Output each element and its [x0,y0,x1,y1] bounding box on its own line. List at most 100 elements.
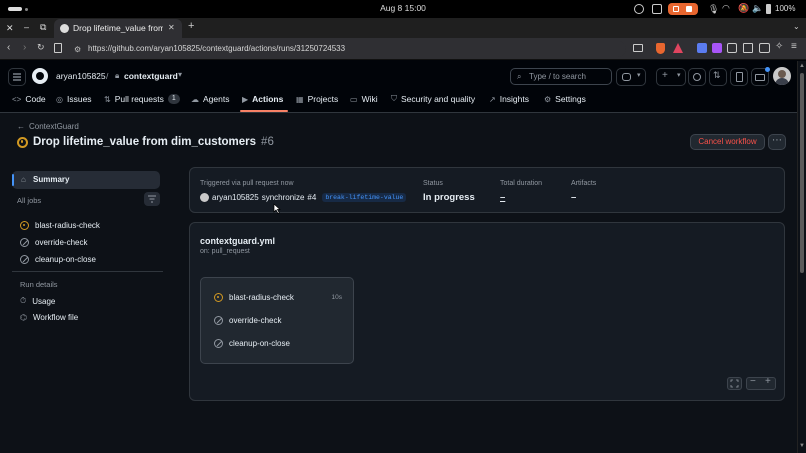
graph-job-blast-radius-check[interactable]: blast-radius-check 10s [214,293,342,302]
scroll-up-icon[interactable]: ▲ [799,63,805,69]
status-value: In progress [423,192,475,203]
sidebar-item-usage[interactable]: ⏱︎ Usage [20,296,55,306]
plus-icon: + [662,70,668,81]
sidebar-toggle-icon[interactable] [743,43,753,53]
extension-blue-icon[interactable] [697,43,707,53]
tab-wiki[interactable]: ▭ Wiki [350,94,378,104]
more-options-button[interactable]: ⋯ [768,134,786,150]
user-avatar[interactable] [773,67,791,85]
tab-insights[interactable]: ↗ Insights [489,94,529,104]
extension-purple-icon[interactable] [712,43,722,53]
in-progress-icon [17,136,28,148]
tab-pin-icon[interactable]: ⧉ [40,22,46,33]
mic-icon[interactable]: 🎙 [708,4,719,15]
workflow-trigger: on: pull_request [200,248,250,255]
browser-tab[interactable]: Drop lifetime_value from dim_customers #… [54,19,182,38]
graph-job-cleanup-on-close[interactable]: cleanup-on-close [214,339,290,348]
create-new-button[interactable]: + ▾ [656,68,686,86]
github-logo-icon[interactable] [32,68,48,84]
duration-value[interactable]: – [500,192,505,203]
wallet-icon[interactable] [759,43,770,53]
repo-name-link[interactable]: contextguard [124,71,178,81]
tab-security[interactable]: ⛉ Security and quality [391,94,475,104]
page-scrollbar[interactable]: ▲ ▼ [797,61,806,453]
reload-icon[interactable]: ↻ [37,42,45,53]
browser-menu-icon[interactable]: ≡ [791,41,797,52]
new-tab-icon[interactable]: + [188,20,194,32]
site-info-icon[interactable]: ⚙ [74,45,81,54]
tab-agents[interactable]: ☁ Agents [191,94,229,104]
scrollbar-thumb[interactable] [800,73,804,273]
tab-pull-requests[interactable]: ⇅ Pull requests 1 [104,94,180,104]
zoom-out-button[interactable]: − [750,376,756,387]
close-tab-icon[interactable]: ✕ [168,23,175,32]
repositories-button[interactable] [730,68,748,86]
issues-button[interactable] [688,68,706,86]
wifi-icon[interactable]: ◠ [722,3,730,14]
cancel-workflow-button[interactable]: Cancel workflow [690,134,765,150]
fullscreen-button[interactable] [727,377,742,390]
status-label: Status [423,180,443,187]
back-icon[interactable]: ‹ [7,42,10,53]
sidebar-job-blast-radius-check[interactable]: blast-radius-check [20,221,100,230]
workflow-file-name[interactable]: contextguard.yml [200,236,275,246]
cast-icon[interactable] [633,44,643,52]
graph-job-override-check[interactable]: override-check [214,316,281,325]
search-input[interactable]: ⌕ Type / to search [510,68,612,85]
sidebar-job-override-check[interactable]: override-check [20,238,87,247]
battery-icon[interactable] [766,4,771,14]
brave-shield-icon[interactable] [656,43,665,54]
url-text[interactable]: https://github.com/aryan105825/contextgu… [88,44,345,53]
sidebar-item-workflow-file[interactable]: ⌬ Workflow file [20,313,78,322]
tab-issues[interactable]: ◎ Issues [56,94,92,104]
pr-link[interactable]: #4 [307,193,316,202]
brave-rewards-icon[interactable] [673,43,683,53]
tab-actions[interactable]: ▶ Actions [242,94,283,104]
filter-jobs-button[interactable] [144,192,160,206]
in-progress-icon [20,221,29,230]
filter-icon [148,195,156,203]
tab-list-chevron-icon[interactable]: ⌄ [793,22,800,31]
tab-settings[interactable]: ⚙ Settings [544,94,586,104]
all-jobs-heading: All jobs [17,196,42,205]
home-icon: ⌂ [21,175,26,184]
sidebar-item-summary[interactable]: ⌂ Summary [12,171,160,189]
zoom-in-button[interactable]: + [765,376,771,387]
job-duration: 10s [331,294,342,301]
copilot-icon [622,73,631,81]
pull-requests-button[interactable]: ⇅ [709,68,727,86]
branch-label[interactable]: break-lifetime-value [322,193,407,202]
back-to-workflow-link[interactable]: ← ContextGuard [17,122,79,131]
minimize-window-icon[interactable]: – [24,22,29,32]
notifications-off-icon[interactable]: 🔕 [738,3,749,14]
file-code-icon: ⌬ [20,313,27,322]
hamburger-menu-button[interactable] [8,68,26,86]
inbox-icon [755,74,765,81]
tray-app-icon[interactable] [634,4,644,14]
repo-owner-link[interactable]: aryan105825 [56,71,106,81]
close-window-icon[interactable]: ✕ [6,23,14,34]
code-icon: <> [12,94,22,104]
tab-projects[interactable]: ▦ Projects [296,94,338,104]
inbox-button[interactable] [751,67,770,86]
actor-avatar[interactable] [200,193,209,202]
tray-window-icon[interactable] [652,4,662,14]
bookmark-icon[interactable] [54,43,62,53]
arrow-left-icon: ← [17,122,25,131]
sidebar-summary-label: Summary [33,175,70,184]
leo-ai-icon[interactable]: ✧ [775,41,783,52]
repo-switch-chevron-icon[interactable]: ▾ [178,70,182,79]
copilot-button[interactable]: ▾ [616,68,646,86]
skipped-icon [214,316,223,325]
tab-title: Drop lifetime_value from dim_customers #… [73,23,163,33]
extensions-puzzle-icon[interactable] [727,43,737,53]
zoom-controls: − + [746,376,776,390]
sidebar-job-cleanup-on-close[interactable]: cleanup-on-close [20,255,96,264]
forward-icon[interactable]: › [23,42,26,53]
actor-link[interactable]: aryan105825 [212,193,259,202]
screen-record-indicator[interactable] [668,3,698,15]
address-bar[interactable]: ⚙ https://github.com/aryan105825/context… [66,41,626,57]
volume-icon[interactable]: 🔈 [752,3,763,14]
scroll-down-icon[interactable]: ▼ [799,443,805,449]
tab-code[interactable]: <> Code [12,94,46,104]
